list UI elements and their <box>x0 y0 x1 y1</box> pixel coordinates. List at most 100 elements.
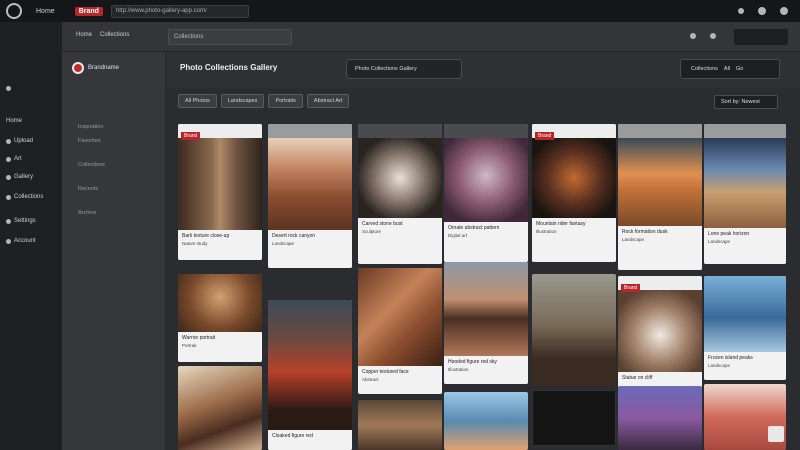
card-title: Warrior portrait <box>182 335 216 341</box>
nav-home[interactable]: Home <box>76 32 92 38</box>
card-caption: Copper textured face Abstract <box>358 366 442 394</box>
photo-card[interactable]: Lone peak horizon Landscape <box>704 124 786 264</box>
bookmark-icon[interactable] <box>738 8 744 14</box>
card-title: Desert rock canyon <box>272 233 316 239</box>
rail-item-5[interactable]: Collections <box>6 194 43 200</box>
photo-card[interactable]: Desert rock canyon Landscape <box>268 124 352 268</box>
secondary-toolbar: Home Collections Collections <box>62 22 800 52</box>
rail-item-2[interactable]: Upload <box>6 138 33 144</box>
account-menu-button[interactable] <box>734 29 788 45</box>
card-title: Cloaked figure red <box>272 433 313 439</box>
chip-landscapes[interactable]: Landscapes <box>220 94 265 108</box>
photo-thumbnail <box>618 290 702 372</box>
card-subtitle: Illustration <box>448 367 469 372</box>
photo-card[interactable]: Hooded figure red sky Illustration <box>444 262 528 384</box>
card-caption: Rock formation dusk Landscape <box>618 226 702 270</box>
photo-card[interactable]: Carved stone bust Sculpture <box>358 124 442 264</box>
card-title: Mountain rider fantasy <box>536 221 586 227</box>
photo-card[interactable]: Brand Bark texture close-up Nature study <box>178 124 262 260</box>
photo-thumbnail <box>178 138 262 230</box>
content-header: Photo Collections Gallery Photo Collecti… <box>166 52 800 88</box>
card-caption: Lone peak horizon Landscape <box>704 228 786 264</box>
collection-filter-group[interactable]: Collections All Go <box>680 59 780 79</box>
card-caption: Cloaked figure red <box>268 430 352 450</box>
photo-thumbnail <box>532 138 616 218</box>
filter-go-button[interactable]: Go <box>736 66 743 72</box>
photo-card[interactable] <box>618 386 702 450</box>
card-tag: Brand <box>181 132 201 140</box>
art-icon <box>6 156 11 162</box>
sidebar-item-favorites[interactable]: Favorites <box>78 138 101 144</box>
card-caption: Ornate abstract pattern Digital art <box>444 222 528 262</box>
collections-icon <box>6 194 11 200</box>
profile-icon[interactable] <box>780 7 788 15</box>
filter-select[interactable]: All <box>724 66 730 72</box>
rail-item-1[interactable]: Home <box>6 118 22 124</box>
photo-thumbnail <box>178 366 262 450</box>
rail-item-3[interactable]: Art <box>6 156 22 162</box>
collection-selector[interactable]: Collections <box>168 29 292 45</box>
sidebar-item-archive[interactable]: Archive <box>78 210 96 216</box>
card-subtitle: Landscape <box>272 241 295 246</box>
scroll-to-top-button[interactable] <box>768 426 784 442</box>
photo-card[interactable]: Cloaked figure red <box>268 300 352 450</box>
sidebar-item-collections[interactable]: Collections <box>78 162 105 168</box>
gallery-icon <box>6 174 11 180</box>
photo-card[interactable]: Copper textured face Abstract <box>358 268 442 394</box>
rail-home[interactable] <box>6 86 11 91</box>
url-field[interactable]: http://www.photo-gallery-app.com/ <box>110 4 249 18</box>
rail-label: Art <box>14 156 22 162</box>
sort-button[interactable]: Sort by: Newest <box>714 95 778 109</box>
card-title: Copper textured face <box>362 369 409 375</box>
photo-card[interactable]: Brand Mountain rider fantasy Illustratio… <box>532 124 616 262</box>
card-title: Carved stone bust <box>362 221 403 227</box>
rail-label: Home <box>6 118 23 124</box>
left-rail: Home Upload Art Gallery Collections Sett… <box>0 22 62 450</box>
collection-pill[interactable]: Photo Collections Gallery <box>346 59 462 79</box>
chip-abstract[interactable]: Abstract Art <box>306 94 350 108</box>
card-header <box>444 124 528 138</box>
share-icon[interactable] <box>690 33 696 39</box>
info-icon[interactable] <box>710 33 716 39</box>
photo-card[interactable] <box>358 400 442 450</box>
photo-card[interactable] <box>532 390 616 446</box>
photo-card[interactable]: Warrior portrait Portrait <box>178 274 262 362</box>
photo-card[interactable]: Rock formation dusk Landscape <box>618 124 702 270</box>
brand-header[interactable]: Brandname <box>72 62 119 74</box>
account-icon <box>6 238 11 244</box>
card-caption: Warrior portrait Portrait <box>178 332 262 362</box>
photo-card[interactable] <box>532 274 616 386</box>
photo-card[interactable] <box>178 366 262 450</box>
settings-icon <box>6 218 11 224</box>
card-title: Ornate abstract pattern <box>448 225 500 231</box>
card-tag: Brand <box>621 284 641 292</box>
notifications-icon[interactable] <box>758 7 766 15</box>
photo-card[interactable]: Ornate abstract pattern Digital art <box>444 124 528 262</box>
tab-brand[interactable]: Brand <box>74 6 103 16</box>
photo-card[interactable] <box>444 392 528 450</box>
chip-portraits[interactable]: Portraits <box>268 94 303 108</box>
brand-logo-icon <box>72 62 84 74</box>
nav-collections[interactable]: Collections <box>100 32 129 38</box>
photo-thumbnail <box>358 268 442 366</box>
sidebar-item-recents[interactable]: Recents <box>78 186 98 192</box>
card-header: Brand <box>618 276 702 292</box>
photo-thumbnail <box>704 276 786 352</box>
rail-item-6[interactable]: Settings <box>6 218 36 224</box>
window-controls <box>738 0 800 22</box>
photo-thumbnail <box>618 386 702 450</box>
rail-item-7[interactable]: Account <box>6 238 36 244</box>
chip-all[interactable]: All Photos <box>178 94 217 108</box>
filter-label: Collections <box>691 66 718 72</box>
photo-card[interactable]: Brand Statue on cliff <box>618 276 702 388</box>
tab-home[interactable]: Home <box>36 8 55 15</box>
rail-label: Upload <box>14 138 34 144</box>
photo-card[interactable]: Frozen island peaks Landscape <box>704 276 786 380</box>
sidebar-item-inspiration[interactable]: Inspiration <box>78 124 103 130</box>
rail-item-4[interactable]: Gallery <box>6 174 33 180</box>
page-title: Photo Collections Gallery <box>180 63 278 72</box>
card-title: Lone peak horizon <box>708 231 750 237</box>
filter-chips: All Photos Landscapes Portraits Abstract… <box>178 94 350 108</box>
card-subtitle: Digital art <box>448 233 468 238</box>
app-logo-icon[interactable] <box>6 3 22 19</box>
